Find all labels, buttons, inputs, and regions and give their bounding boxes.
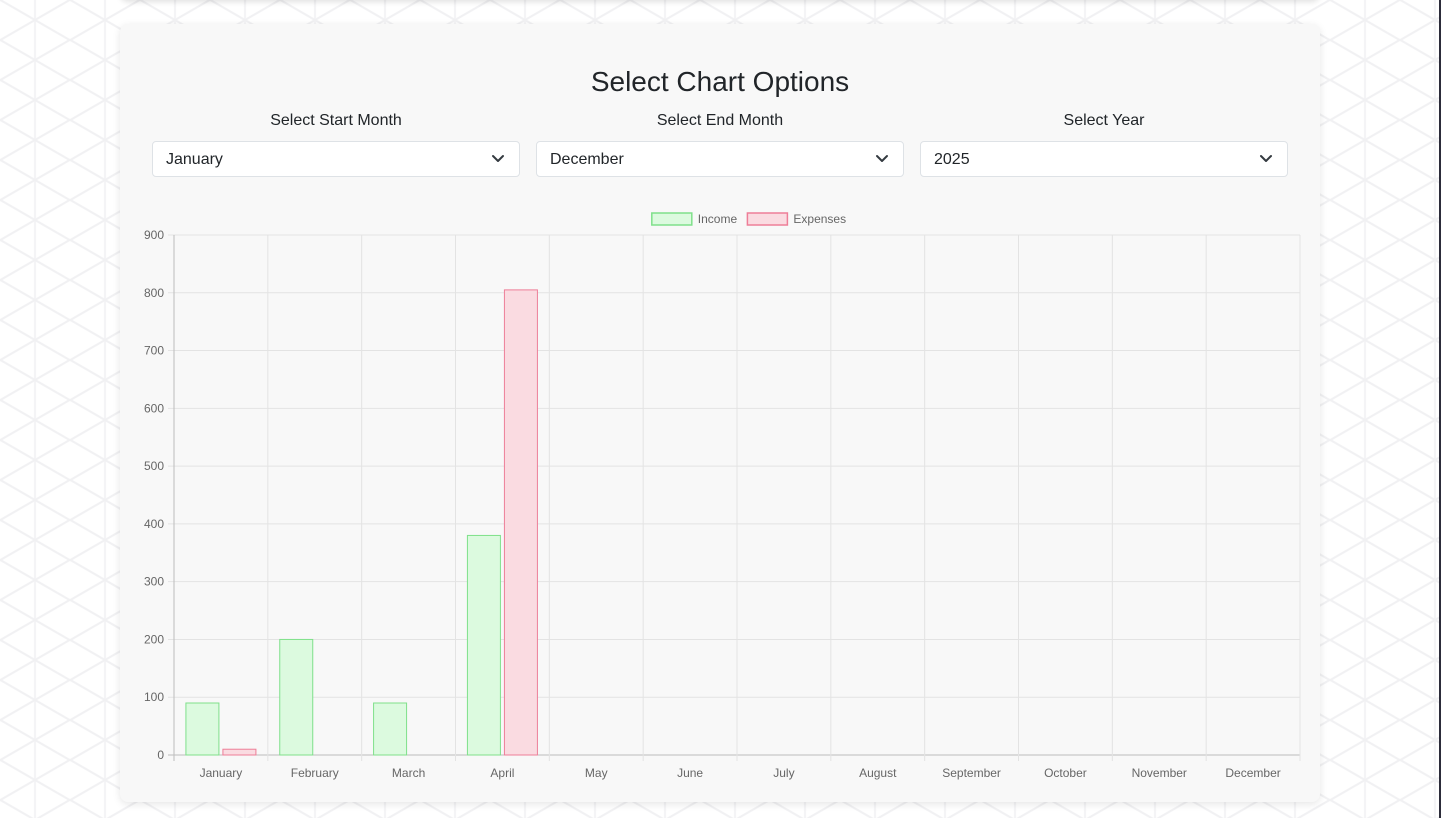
legend-label-expenses[interactable]: Expenses: [793, 212, 846, 226]
y-tick-label: 500: [144, 459, 164, 473]
y-tick-label: 700: [144, 344, 164, 358]
bar-income-march: [373, 702, 408, 756]
x-tick-label: February: [291, 766, 339, 780]
y-tick-label: 900: [144, 228, 164, 242]
x-tick-label: October: [1044, 766, 1087, 780]
bar-expenses-april: [503, 289, 538, 756]
bar-income-january: [185, 702, 220, 756]
y-tick-label: 0: [157, 748, 164, 762]
y-tick-label: 100: [144, 690, 164, 704]
x-tick-label: November: [1132, 766, 1187, 780]
y-tick-label: 800: [144, 286, 164, 300]
bar-expenses-january: [222, 748, 257, 756]
x-tick-label: January: [200, 766, 243, 780]
bar-income-february: [279, 638, 314, 756]
y-tick-label: 200: [144, 632, 164, 646]
x-tick-label: July: [773, 766, 794, 780]
x-tick-label: August: [859, 766, 897, 780]
x-tick-label: March: [392, 766, 425, 780]
y-tick-label: 600: [144, 401, 164, 415]
y-tick-label: 400: [144, 517, 164, 531]
x-tick-label: April: [490, 766, 514, 780]
legend-swatch-expenses[interactable]: [746, 212, 789, 226]
chart-options-card: Select Chart Options Select Start Month …: [120, 24, 1320, 802]
x-tick-label: May: [585, 766, 608, 780]
legend-swatch-income[interactable]: [651, 212, 693, 226]
bar-chart: 0 100 200 300 400 500 600 700 800 900 January Febru…: [144, 212, 1301, 780]
y-tick-label: 300: [144, 575, 164, 589]
x-tick-label: December: [1225, 766, 1280, 780]
x-tick-label: June: [677, 766, 703, 780]
x-tick-label: September: [942, 766, 1001, 780]
bar-income-april: [466, 534, 501, 756]
legend-label-income[interactable]: Income: [698, 212, 738, 226]
